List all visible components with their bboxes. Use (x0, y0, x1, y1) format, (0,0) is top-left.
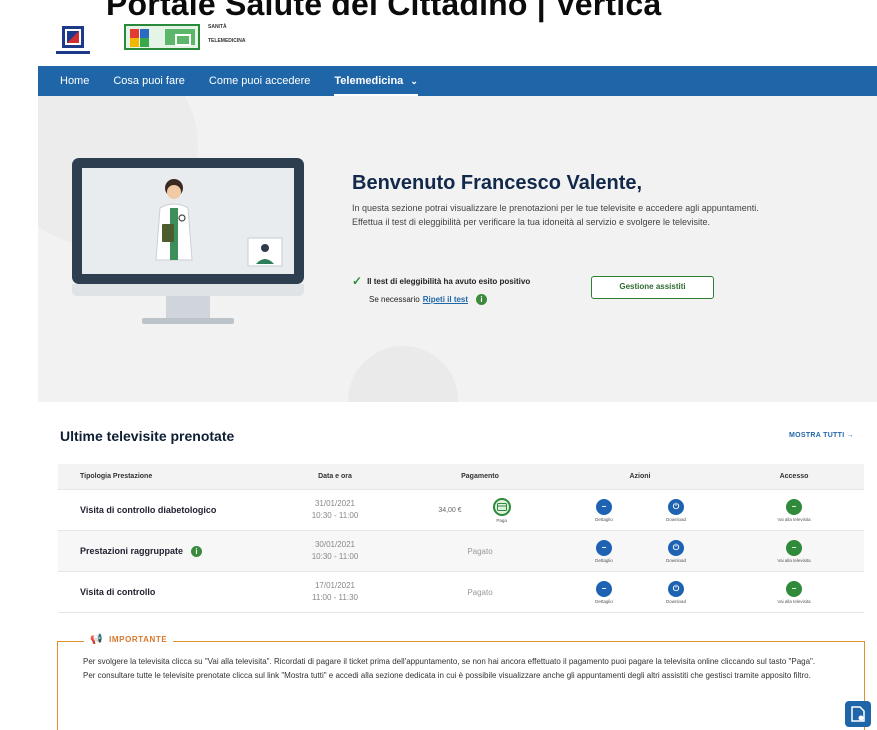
main-navbar: Home Cosa puoi fare Come puoi accedere T… (38, 66, 877, 96)
go-to-televisit-button[interactable]: − Vai alla televisita (764, 539, 824, 563)
payment-cell: 34,00 € Paga (404, 497, 556, 523)
payment-status: Pagato (467, 546, 493, 556)
manage-assisted-button[interactable]: Gestione assistiti (591, 276, 714, 299)
detail-button[interactable]: − Dettaglio (584, 539, 624, 563)
eligibility-status: ✓ Il test di eleggibilità ha avuto esito… (352, 274, 530, 305)
actions-cell: − Dettaglio ⏻ Download (556, 580, 724, 604)
pay-icon (492, 497, 511, 516)
pay-button[interactable]: Paga (482, 497, 522, 523)
document-help-icon[interactable] (845, 701, 871, 727)
minus-icon: − (596, 498, 612, 515)
col-header-tipologia: Tipologia Prestazione (80, 473, 153, 480)
table-header-row: Tipologia Prestazione Data e ora Pagamen… (58, 464, 864, 490)
televisits-table: Tipologia Prestazione Data e ora Pagamen… (58, 464, 864, 613)
nav-item-cosa-puoi-fare[interactable]: Cosa puoi fare (113, 66, 185, 96)
notice-heading: 📢 IMPORTANTE (84, 634, 174, 645)
datetime-cell: 30/01/2021 10:30 - 11:00 (311, 540, 359, 561)
datetime-cell: 31/01/2021 10:30 - 11:00 (311, 499, 359, 520)
download-button[interactable]: ⏻ Download (656, 498, 696, 522)
service-name: Prestazioni raggruppate i (80, 545, 266, 557)
download-button[interactable]: ⏻ Download (656, 580, 696, 604)
page-title: Portale Salute del Cittadino | Vertica (106, 0, 662, 22)
price: 34,00 € (438, 506, 462, 514)
nav-item-come-puoi-accedere[interactable]: Come puoi accedere (209, 66, 311, 96)
recent-televisits-title: Ultime televisite prenotate (60, 428, 235, 444)
download-icon: ⏻ (668, 580, 684, 597)
col-header-data: Data e ora (318, 473, 352, 480)
info-icon[interactable]: i (476, 294, 488, 305)
important-notice: 📢 IMPORTANTE Per svolgere la televisita … (57, 634, 865, 730)
repeat-test-link[interactable]: Ripeti il test (423, 295, 468, 304)
actions-cell: − Dettaglio ⏻ Download (556, 498, 724, 522)
telemedicina-logo (124, 24, 200, 50)
download-icon: ⏻ (668, 498, 684, 515)
service-name: Visita di controllo diabetologico (80, 505, 217, 515)
datetime-cell: 17/01/2021 11:00 - 11:30 (312, 581, 358, 602)
payment-status: Pagato (467, 587, 493, 597)
download-icon: ⏻ (668, 539, 684, 556)
download-button[interactable]: ⏻ Download (656, 539, 696, 563)
regione-logo (56, 26, 90, 56)
minus-icon: − (596, 580, 612, 597)
table-row: Visita di controllo diabetologico 31/01/… (58, 490, 864, 531)
welcome-description: In questa sezione potrai visualizzare le… (352, 203, 759, 227)
go-to-televisit-button[interactable]: − Vai alla televisita (764, 498, 824, 522)
table-row: Prestazioni raggruppate i 30/01/2021 10:… (58, 531, 864, 572)
notice-text: Per svolgere la televisita clicca su "Va… (83, 657, 816, 680)
col-header-accesso: Accesso (779, 473, 809, 480)
welcome-title: Benvenuto Francesco Valente, (352, 172, 643, 194)
service-name: Visita di controllo (80, 587, 156, 597)
repeat-test-prefix: Se necessario (369, 295, 420, 304)
col-header-azioni: Azioni (629, 473, 651, 480)
go-to-televisit-button[interactable]: − Vai alla televisita (764, 580, 824, 604)
doctor-monitor-illustration (72, 158, 304, 328)
megaphone-icon: 📢 (90, 634, 104, 645)
show-all-link[interactable]: MOSTRA TUTTI → (789, 432, 854, 439)
chevron-down-icon: ⌄ (410, 76, 418, 86)
actions-cell: − Dettaglio ⏻ Download (556, 539, 724, 563)
minus-icon: − (786, 580, 802, 597)
minus-icon: − (786, 539, 802, 556)
access-cell: − Vai alla televisita (724, 539, 864, 563)
col-header-pagamento: Pagamento (461, 473, 499, 480)
nav-item-home[interactable]: Home (60, 66, 89, 96)
nav-item-telemedicina[interactable]: Telemedicina ⌄ (334, 66, 418, 96)
access-cell: − Vai alla televisita (724, 498, 864, 522)
minus-icon: − (786, 498, 802, 515)
checkmark-icon: ✓ (352, 274, 363, 288)
info-icon[interactable]: i (191, 545, 203, 557)
detail-button[interactable]: − Dettaglio (584, 498, 624, 522)
eligibility-result: Il test di eleggibilità ha avuto esito p… (367, 276, 531, 286)
detail-button[interactable]: − Dettaglio (584, 580, 624, 604)
access-cell: − Vai alla televisita (724, 580, 864, 604)
table-row: Visita di controllo 17/01/2021 11:00 - 1… (58, 572, 864, 613)
minus-icon: − (596, 539, 612, 556)
logo-caption: SANITÀ TELEMEDICINA (208, 24, 246, 44)
